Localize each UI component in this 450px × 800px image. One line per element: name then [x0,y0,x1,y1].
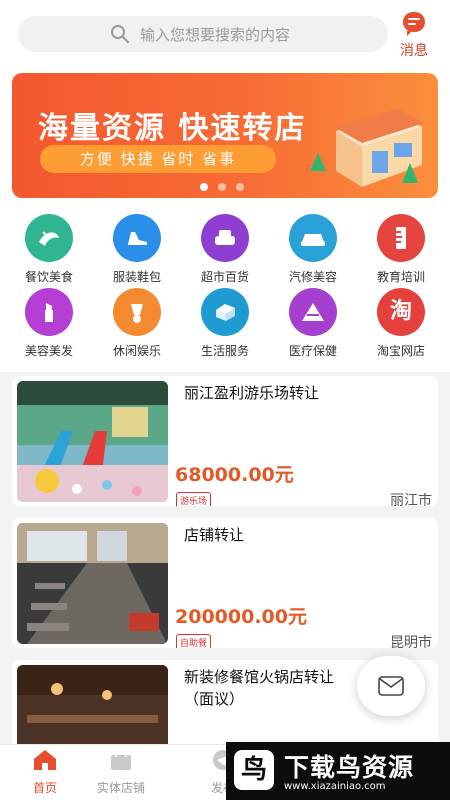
category-label: 超市百货 [200,270,249,284]
message-label: 消息 [400,43,428,59]
listing-card[interactable]: 店铺转让 200000.00元 自助餐 昆明市 [12,518,438,648]
watermark: 鸟 下载鸟资源 www.xiazainiao.com [226,742,450,800]
banner-title: 海量资源 快速转店 [38,111,307,146]
taobao-icon: 淘 [377,288,425,336]
tab-label: 实体店铺 [96,781,145,795]
ruler-icon [377,214,425,262]
category-auto[interactable]: 汽修美容 [268,214,358,285]
tab-stores[interactable]: 实体店铺 [76,749,166,796]
watermark-logo: 鸟 [234,750,274,790]
lipstick-icon [25,288,73,336]
category-leisure[interactable]: 休闲娱乐 [92,288,182,359]
category-label: 淘宝网店 [376,344,425,358]
listing-tag: 游乐场 [176,492,212,506]
category-label: 生活服务 [200,344,249,358]
banner-subtitle: 方便 快捷 省时 省事 [40,145,276,173]
category-taobao[interactable]: 淘 淘宝网店 [356,288,446,359]
watermark-url: www.xiazainiao.com [284,781,386,792]
listing-image [17,523,168,644]
category-label: 汽修美容 [288,270,337,284]
listing-title: 丽江盈利游乐场转让 [184,384,320,402]
category-services[interactable]: 生活服务 [180,288,270,359]
listing-city: 昆明市 [390,635,432,648]
badminton-icon [113,288,161,336]
banner-dot[interactable] [236,183,244,191]
banner-dot[interactable] [200,183,208,191]
category-education[interactable]: 教育培训 [356,214,446,285]
storefront-icon [310,109,424,187]
category-label: 休闲娱乐 [112,344,161,358]
contact-fab[interactable] [357,656,425,716]
category-medical[interactable]: 医疗保健 [268,288,358,359]
shoe-icon [113,214,161,262]
category-label: 教育培训 [376,270,425,284]
shopping-bag-icon [111,751,131,770]
listing-title: 新装修餐馆火锅店转让（面议） [184,668,335,708]
listing-city: 丽江市 [390,493,432,506]
listing-title: 店铺转让 [184,526,245,544]
sofa-icon [201,214,249,262]
listing-tag: 自助餐 [176,634,212,648]
home-icon [34,750,56,770]
car-icon [289,214,337,262]
category-clothing[interactable]: 服装鞋包 [92,214,182,285]
service-icon [201,288,249,336]
watermark-text: 下载鸟资源 [284,753,415,782]
mail-icon [378,676,404,696]
banner-dot[interactable] [218,183,226,191]
listing-price: 200000.00元 [175,606,307,628]
medical-icon [289,288,337,336]
food-icon [25,214,73,262]
message-button[interactable]: 消息 [394,12,434,60]
listing-card[interactable]: 丽江盈利游乐场转让 68000.00元 游乐场 丽江市 [12,376,438,506]
message-icon [403,12,425,36]
category-label: 服装鞋包 [112,270,161,284]
promo-banner[interactable]: 海量资源 快速转店 方便 快捷 省时 省事 [12,73,438,198]
category-label: 美容美发 [24,344,73,358]
listing-price: 68000.00元 [175,464,294,486]
category-label: 餐饮美食 [24,270,73,284]
search-icon [111,25,129,43]
listing-image [17,381,168,502]
search-bar[interactable]: 输入您想要搜索的内容 [18,16,388,52]
category-beauty[interactable]: 美容美发 [4,288,94,359]
category-label: 医疗保健 [288,344,337,358]
category-supermarket[interactable]: 超市百货 [180,214,270,285]
category-food[interactable]: 餐饮美食 [4,214,94,285]
search-placeholder[interactable]: 输入您想要搜索的内容 [140,24,290,45]
